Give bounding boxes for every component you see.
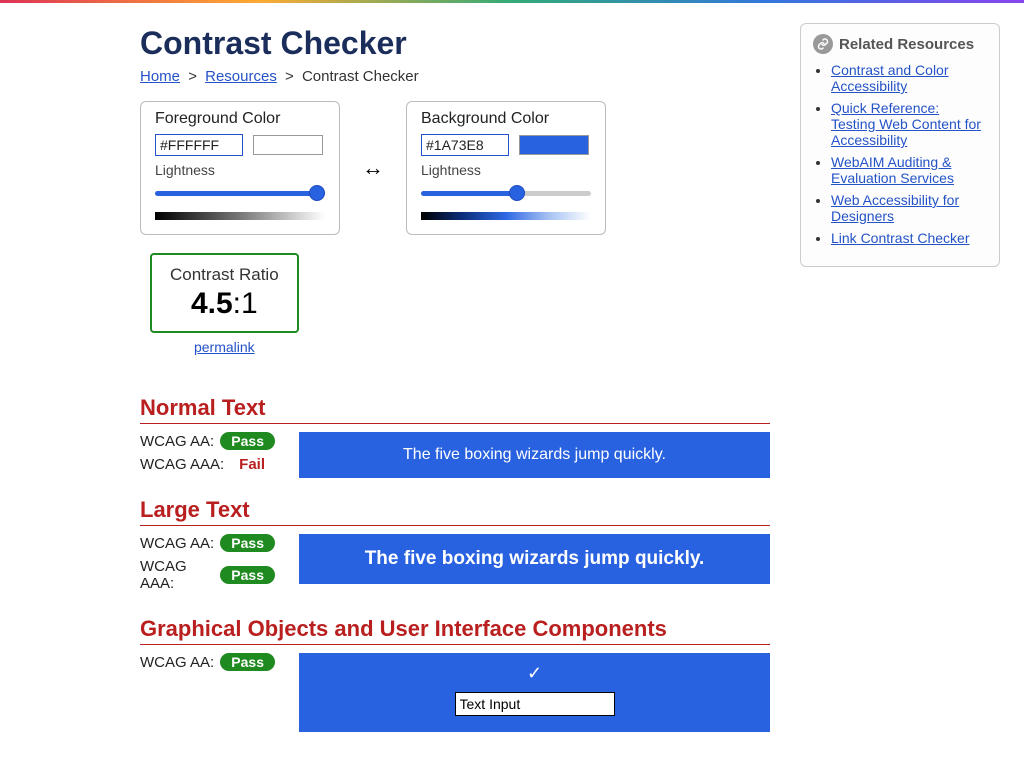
normal-text-heading: Normal Text (140, 395, 770, 424)
background-swatch[interactable] (519, 135, 589, 155)
related-resources-panel: Related Resources Contrast and Color Acc… (800, 23, 1000, 267)
related-link[interactable]: Contrast and Color Accessibility (831, 62, 949, 94)
page-title: Contrast Checker (140, 25, 770, 62)
large-aa-status: Pass (220, 534, 275, 552)
large-text-heading: Large Text (140, 497, 770, 526)
normal-aa-status: Pass (220, 432, 275, 450)
sample-text-input[interactable] (455, 692, 615, 716)
large-aaa-status: Pass (220, 566, 275, 584)
background-lightness-slider[interactable] (421, 188, 591, 200)
breadcrumb-home[interactable]: Home (140, 68, 180, 85)
checkmark-icon: ✓ (527, 663, 542, 683)
ui-aa-status: Pass (220, 653, 275, 671)
related-link[interactable]: Quick Reference: Testing Web Content for… (831, 100, 981, 148)
foreground-swatch[interactable] (253, 135, 323, 155)
related-link[interactable]: WebAIM Auditing & Evaluation Services (831, 154, 954, 186)
breadcrumb: Home > Resources > Contrast Checker (140, 68, 770, 85)
background-hex-input[interactable] (421, 134, 509, 156)
large-aa-label: WCAG AA: (140, 535, 214, 552)
background-lightness-label: Lightness (421, 162, 591, 178)
foreground-legend: Foreground Color (155, 110, 280, 127)
normal-text-sample: The five boxing wizards jump quickly. (299, 432, 770, 478)
breadcrumb-current: Contrast Checker (302, 68, 419, 85)
foreground-lightness-label: Lightness (155, 162, 325, 178)
foreground-picker: Foreground Color Lightness (140, 101, 340, 235)
normal-aaa-label: WCAG AAA: (140, 456, 224, 473)
contrast-ratio-label: Contrast Ratio (170, 265, 279, 285)
ui-heading: Graphical Objects and User Interface Com… (140, 616, 770, 645)
link-icon (813, 34, 833, 54)
foreground-hex-input[interactable] (155, 134, 243, 156)
background-legend: Background Color (421, 110, 549, 127)
background-gradient-bar (421, 212, 591, 220)
normal-aa-label: WCAG AA: (140, 433, 214, 450)
breadcrumb-resources[interactable]: Resources (205, 68, 277, 85)
contrast-ratio-box: Contrast Ratio 4.5:1 (150, 253, 299, 333)
ui-aa-label: WCAG AA: (140, 654, 214, 671)
large-aaa-label: WCAG AAA: (140, 558, 220, 592)
swap-colors-button[interactable]: ↔ (358, 151, 388, 185)
normal-aaa-status: Fail (239, 456, 275, 473)
permalink-link[interactable]: permalink (194, 339, 255, 355)
foreground-lightness-slider[interactable] (155, 188, 325, 200)
related-link[interactable]: Link Contrast Checker (831, 230, 970, 246)
related-resources-heading: Related Resources (839, 36, 974, 53)
background-picker: Background Color Lightness (406, 101, 606, 235)
large-text-sample: The five boxing wizards jump quickly. (299, 534, 770, 584)
ui-sample: ✓ (299, 653, 770, 732)
foreground-gradient-bar (155, 212, 325, 220)
related-link[interactable]: Web Accessibility for Designers (831, 192, 959, 224)
contrast-ratio-value: 4.5:1 (170, 287, 279, 321)
